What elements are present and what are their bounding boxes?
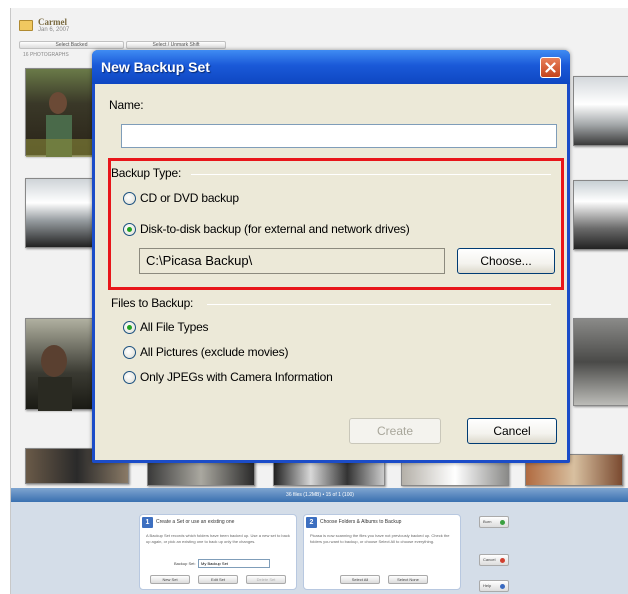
name-label: Name: xyxy=(109,98,144,112)
album-info: Carmel Jan 6, 2007 xyxy=(38,17,69,33)
burn-button[interactable]: Burn xyxy=(479,516,509,528)
all-pictures-radio[interactable]: All Pictures (exclude movies) xyxy=(123,345,288,359)
help-button[interactable]: Help xyxy=(479,580,509,592)
cancel-button[interactable]: Cancel xyxy=(467,418,557,444)
only-jpegs-label: Only JPEGs with Camera Information xyxy=(140,370,333,384)
photo-count: 16 PHOTOGRAPHS xyxy=(23,52,69,58)
help-icon xyxy=(500,584,505,589)
backup-set-label: Backup Set: xyxy=(174,561,196,566)
cancel-icon xyxy=(500,558,505,563)
album-date: Jan 6, 2007 xyxy=(38,27,70,33)
new-backup-set-dialog: New Backup Set Name: Backup Type: CD or … xyxy=(92,50,570,463)
step-number: 2 xyxy=(306,517,317,528)
step-title: Choose Folders & Albums to Backup xyxy=(320,519,402,525)
album-header: Carmel Jan 6, 2007 xyxy=(19,12,69,38)
backup-steps-panel: 1 Create a Set or use an existing one A … xyxy=(11,502,628,594)
all-pictures-label: All Pictures (exclude movies) xyxy=(140,345,289,359)
select-none-button[interactable]: Select None xyxy=(388,575,428,584)
all-file-types-radio[interactable]: All File Types xyxy=(123,320,209,334)
only-jpegs-radio[interactable]: Only JPEGs with Camera Information xyxy=(123,370,333,384)
burn-label: Burn xyxy=(483,519,492,524)
photo-thumbnail[interactable] xyxy=(25,68,96,157)
step-description: A Backup Set records which folders have … xyxy=(146,533,290,544)
photo-thumbnail[interactable] xyxy=(573,180,628,250)
radio-button[interactable] xyxy=(123,370,136,384)
title-bar[interactable]: New Backup Set xyxy=(92,50,570,84)
status-bar: 36 files (1.2MB) • 15 of 1 (100) xyxy=(11,488,628,502)
photo-thumbnail[interactable] xyxy=(573,76,628,146)
album-name: Carmel xyxy=(38,17,67,27)
radio-button-selected[interactable] xyxy=(123,320,136,334)
step-create-set: 1 Create a Set or use an existing one A … xyxy=(139,514,297,590)
step-number: 1 xyxy=(142,517,153,528)
select-backed-button[interactable]: Select Backed xyxy=(19,41,124,49)
backup-set-select[interactable]: My Backup Set xyxy=(198,559,270,568)
help-label: Help xyxy=(483,583,492,588)
close-icon xyxy=(545,62,556,73)
delete-set-button[interactable]: Delete Set xyxy=(246,575,286,584)
select-all-button[interactable]: Select All xyxy=(340,575,380,584)
folder-icon xyxy=(19,19,33,31)
photo-thumbnail[interactable] xyxy=(25,318,95,411)
backup-cancel-button[interactable]: Cancel xyxy=(479,554,509,566)
files-to-backup-label: Files to Backup: xyxy=(111,296,194,310)
person-photo xyxy=(38,345,72,411)
edit-set-button[interactable]: Edit Set xyxy=(198,575,238,584)
radio-button[interactable] xyxy=(123,345,136,359)
group-divider xyxy=(207,304,551,305)
burn-icon xyxy=(500,520,505,525)
name-input[interactable] xyxy=(121,124,557,148)
step-title: Create a Set or use an existing one xyxy=(156,519,235,525)
all-file-types-label: All File Types xyxy=(140,320,209,334)
deselect-button[interactable]: Select / Unmark Shift xyxy=(126,41,226,49)
step-choose-folders: 2 Choose Folders & Albums to Backup Pica… xyxy=(303,514,461,590)
close-button[interactable] xyxy=(540,57,561,78)
cancel-label: Cancel xyxy=(483,557,496,562)
create-button[interactable]: Create xyxy=(349,418,441,444)
step-description: Picasa is now scanning the files you hav… xyxy=(310,533,450,544)
photo-thumbnail[interactable] xyxy=(25,178,95,248)
person-photo xyxy=(26,92,96,157)
highlight-annotation xyxy=(108,158,564,290)
photo-thumbnail[interactable] xyxy=(573,318,628,406)
new-set-button[interactable]: New Set xyxy=(150,575,190,584)
dialog-title: New Backup Set xyxy=(101,59,210,75)
